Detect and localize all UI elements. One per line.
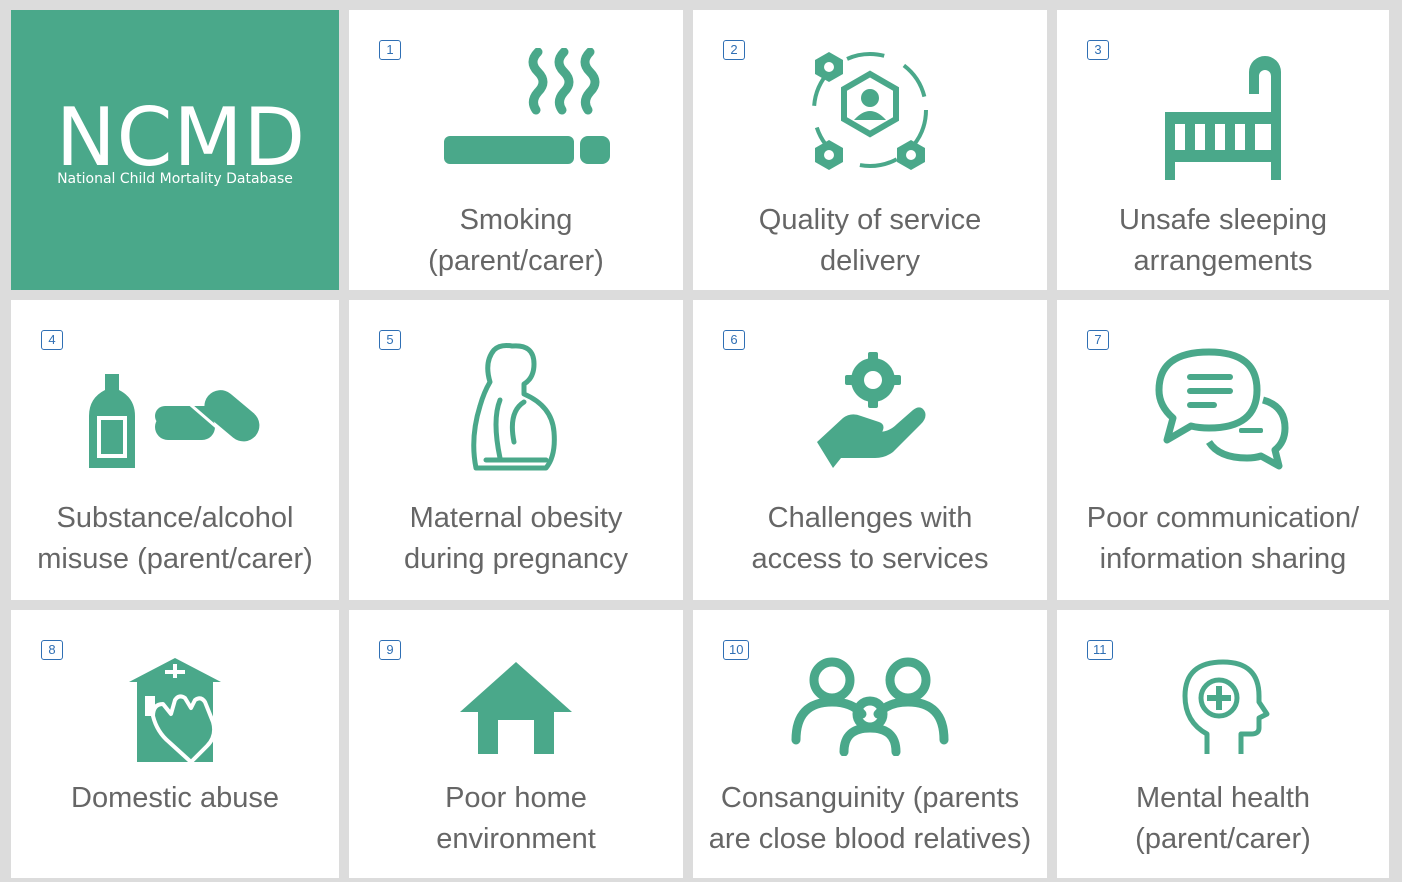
house-fist-icon bbox=[11, 654, 339, 770]
factor-label-line2: misuse (parent/carer) bbox=[37, 543, 313, 575]
family-icon bbox=[693, 656, 1047, 756]
factor-label-line1: Poor home bbox=[445, 782, 587, 814]
crib-icon bbox=[1057, 54, 1389, 184]
factor-tile-consanguinity: 10 Consanguinity (parents are close bloo… bbox=[693, 610, 1047, 878]
factor-tile-poor-home: 9 Poor home environment bbox=[349, 610, 683, 878]
factor-label-line1: Quality of service bbox=[758, 204, 982, 236]
factor-label-line1: Challenges with bbox=[767, 502, 973, 534]
service-network-icon bbox=[693, 46, 1047, 176]
factor-label-line2: information sharing bbox=[1099, 543, 1347, 575]
hand-gear-icon bbox=[693, 350, 1047, 470]
factor-tile-access-challenges: 6 Challenges with access to services bbox=[693, 300, 1047, 600]
factor-tile-poor-communication: 7 Poor communication/ information sharin… bbox=[1057, 300, 1389, 600]
factor-label-line2: access to services bbox=[751, 543, 989, 575]
ncmd-logo-subtitle: National Child Mortality Database bbox=[57, 171, 293, 187]
factor-label-line2: (parent/carer) bbox=[428, 245, 604, 277]
risk-factor-grid: NCMD National Child Mortality Database 1… bbox=[0, 0, 1402, 882]
factor-number-badge: 4 bbox=[41, 330, 63, 350]
factor-label-line1: Unsafe sleeping bbox=[1119, 204, 1327, 236]
head-plus-icon bbox=[1057, 658, 1389, 758]
factor-label-line1: Maternal obesity bbox=[409, 502, 623, 534]
factor-number-badge: 6 bbox=[723, 330, 745, 350]
factor-tile-smoking: 1 Smoking (parent/carer) bbox=[349, 10, 683, 290]
factor-tile-mental-health: 11 Mental health (parent/carer) bbox=[1057, 610, 1389, 878]
factor-label-line2: arrangements bbox=[1133, 245, 1313, 277]
factor-label-line2: delivery bbox=[820, 245, 920, 277]
factor-tile-unsafe-sleeping: 3 Unsafe sleeping arrangements bbox=[1057, 10, 1389, 290]
factor-label-line1: Poor communication/ bbox=[1086, 502, 1360, 534]
ncmd-logo-tile: NCMD National Child Mortality Database bbox=[11, 10, 339, 290]
factor-label-line1: Domestic abuse bbox=[71, 782, 279, 814]
factor-label-line2: during pregnancy bbox=[403, 543, 629, 575]
pregnant-woman-icon bbox=[349, 342, 683, 474]
bottle-pills-icon bbox=[11, 370, 339, 470]
speech-bubbles-icon bbox=[1057, 346, 1389, 470]
factor-label-line2: (parent/carer) bbox=[1135, 823, 1311, 855]
factor-number-badge: 9 bbox=[379, 640, 401, 660]
factor-number-badge: 11 bbox=[1087, 640, 1113, 660]
factor-label-line1: Substance/alcohol bbox=[56, 502, 294, 534]
factor-tile-substance-misuse: 4 Substance/alcohol misuse (parent/carer… bbox=[11, 300, 339, 600]
factor-label-line2: are close blood relatives) bbox=[708, 823, 1032, 855]
factor-tile-service-quality: 2 Quality of service delivery bbox=[693, 10, 1047, 290]
factor-label-line2: environment bbox=[436, 823, 596, 855]
factor-tile-maternal-obesity: 5 Maternal obesity during pregnancy bbox=[349, 300, 683, 600]
factor-label-line1: Consanguinity (parents bbox=[720, 782, 1020, 814]
factor-label-line1: Mental health bbox=[1135, 782, 1311, 814]
ncmd-logo-text: NCMD bbox=[55, 91, 307, 184]
factor-label-line1: Smoking bbox=[459, 204, 573, 236]
house-icon bbox=[349, 658, 683, 758]
cigarette-icon bbox=[349, 48, 683, 178]
factor-tile-domestic-abuse: 8 Domestic abuse bbox=[11, 610, 339, 878]
